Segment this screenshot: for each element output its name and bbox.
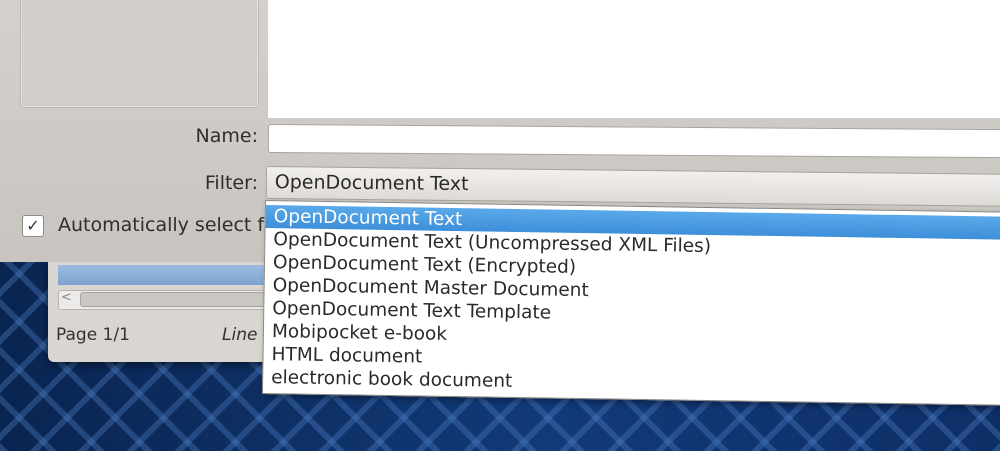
scroll-left-icon[interactable]: < xyxy=(61,290,72,305)
file-list-area[interactable] xyxy=(268,0,1000,118)
auto-select-checkbox[interactable]: ✓ xyxy=(22,215,44,237)
page-indicator: Page 1/1 xyxy=(56,325,130,345)
editor-content-strip xyxy=(58,265,268,285)
scrollbar-thumb[interactable] xyxy=(80,292,268,307)
name-label: Name: xyxy=(195,125,258,147)
filter-label: Filter: xyxy=(204,172,258,194)
filter-dropdown-list[interactable]: OpenDocument Text OpenDocument Text (Unc… xyxy=(261,200,1000,406)
name-input[interactable] xyxy=(267,124,1000,159)
line-indicator: Line xyxy=(222,325,258,345)
preview-panel xyxy=(20,0,259,108)
filter-combobox[interactable]: OpenDocument Text xyxy=(265,166,1000,207)
filter-current-value: OpenDocument Text xyxy=(274,171,469,196)
auto-select-label: Automatically select f xyxy=(58,214,265,236)
checkmark-icon: ✓ xyxy=(26,216,40,235)
